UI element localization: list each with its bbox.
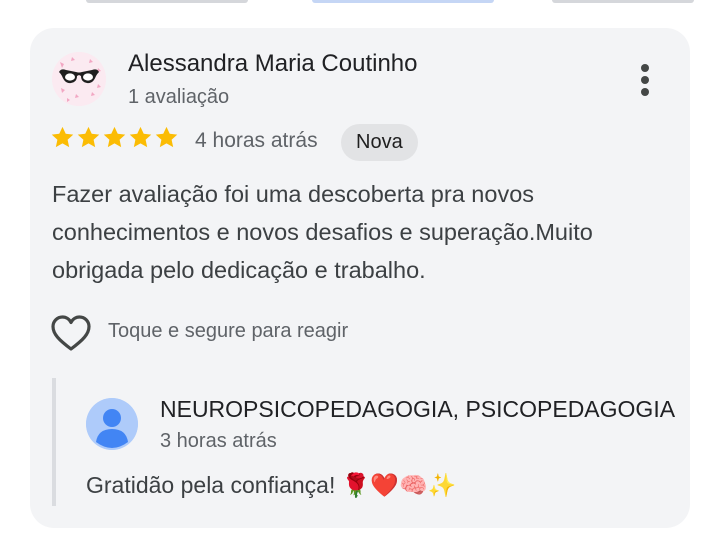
new-badge: Nova <box>341 124 418 161</box>
previous-card-edge <box>0 0 720 6</box>
star-icon <box>103 126 126 148</box>
more-options-button[interactable] <box>630 58 660 102</box>
avatar-glasses-icon <box>52 52 106 106</box>
review-text: Fazer avaliação foi uma descoberta pra n… <box>52 181 593 283</box>
heart-icon[interactable] <box>50 314 92 354</box>
star-icon <box>77 126 100 148</box>
review-time: 4 horas atrás <box>195 129 318 152</box>
star-icon <box>155 126 178 148</box>
react-hint: Toque e segure para reagir <box>108 320 349 342</box>
review-count: 1 avaliação <box>128 86 230 108</box>
owner-name: NEUROPSICOPEDAGOGIA, PSICOPEDAGOGIA <box>160 396 676 422</box>
owner-reply-time: 3 horas atrás <box>160 430 277 452</box>
star-icon <box>129 126 152 148</box>
person-icon <box>86 398 138 450</box>
star-rating <box>50 125 179 155</box>
owner-avatar[interactable] <box>86 398 138 450</box>
reviewer-name[interactable]: Alessandra Maria Coutinho <box>128 50 418 78</box>
reviewer-avatar[interactable] <box>52 52 106 106</box>
divider <box>312 0 494 3</box>
reply-divider <box>52 378 56 506</box>
review-card: Alessandra Maria Coutinho 1 avaliação 4 … <box>30 28 690 528</box>
divider <box>552 0 694 3</box>
divider <box>86 0 248 3</box>
star-icon <box>51 126 74 148</box>
owner-reply-text: Gratidão pela confiança! 🌹❤️🧠✨ <box>86 472 457 498</box>
